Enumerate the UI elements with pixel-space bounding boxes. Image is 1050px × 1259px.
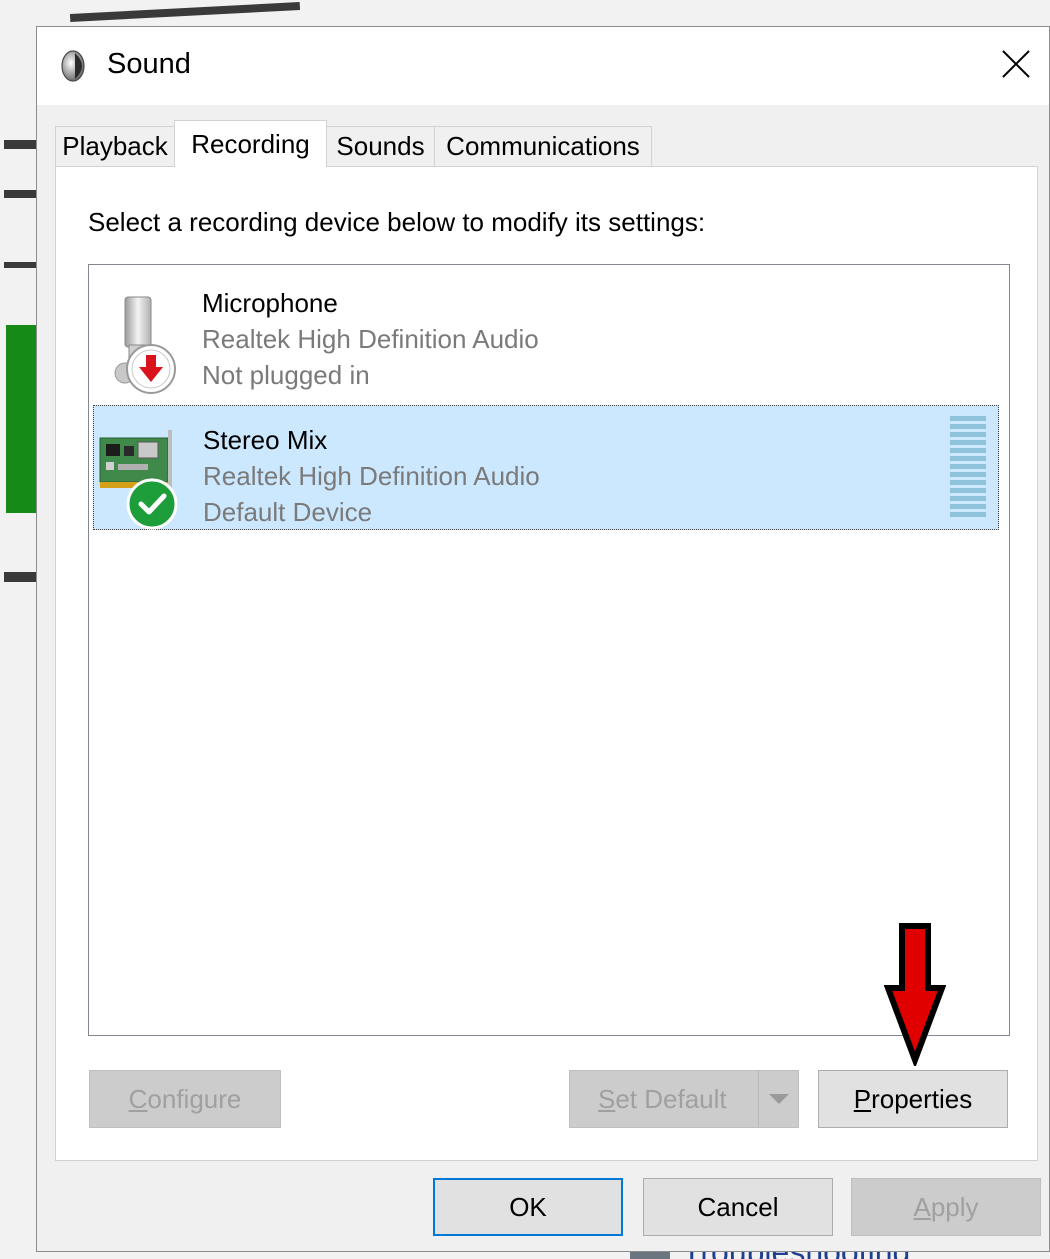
close-button[interactable]: [993, 41, 1039, 87]
cancel-button[interactable]: Cancel: [643, 1178, 833, 1236]
ok-label: OK: [509, 1191, 547, 1222]
set-default-accel: S: [598, 1083, 616, 1114]
background-stroke: [4, 190, 38, 198]
background-stroke: [4, 262, 38, 268]
level-meter: [950, 416, 986, 517]
properties-accel: P: [853, 1083, 872, 1114]
apply-label: pply: [930, 1191, 979, 1222]
device-driver: Realtek High Definition Audio: [203, 461, 540, 491]
chevron-down-icon: [768, 1094, 789, 1104]
sound-dialog: Sound Playback Recording Sounds Communic…: [36, 26, 1050, 1252]
device-status: Not plugged in: [202, 360, 370, 390]
title-bar[interactable]: Sound: [37, 27, 1049, 105]
properties-label: roperties: [871, 1083, 973, 1114]
speaker-icon: [61, 50, 85, 82]
configure-accel: C: [128, 1083, 148, 1114]
background-stroke: [4, 140, 38, 149]
apply-button[interactable]: Apply: [851, 1178, 1041, 1236]
set-default-dropdown[interactable]: [758, 1071, 798, 1127]
configure-button[interactable]: Configure: [89, 1070, 281, 1128]
device-status: Default Device: [203, 497, 373, 527]
dialog-title: Sound: [107, 48, 191, 80]
device-item-microphone[interactable]: Microphone Realtek High Definition Audio…: [93, 269, 999, 394]
configure-label: onfigure: [147, 1083, 242, 1114]
tab-communications[interactable]: Communications: [434, 126, 652, 166]
ok-button[interactable]: OK: [433, 1178, 623, 1236]
tab-playback[interactable]: Playback: [55, 126, 175, 166]
device-list[interactable]: Microphone Realtek High Definition Audio…: [88, 264, 1010, 1036]
tab-recording[interactable]: Recording: [174, 120, 327, 167]
sound-card-icon: [99, 430, 178, 530]
device-name: Microphone: [202, 288, 338, 318]
unplugged-badge: [126, 344, 176, 394]
set-default-button[interactable]: Set Default: [569, 1070, 799, 1128]
close-icon: [1002, 50, 1030, 78]
default-check-badge: [126, 478, 178, 530]
cancel-label: Cancel: [697, 1191, 779, 1222]
tab-sounds[interactable]: Sounds: [326, 126, 435, 166]
properties-button[interactable]: Properties: [818, 1070, 1008, 1128]
device-item-stereo-mix[interactable]: Stereo Mix Realtek High Definition Audio…: [93, 405, 999, 530]
annotation-arrow-icon: [884, 923, 946, 1066]
instructions-label: Select a recording device below to modif…: [88, 207, 706, 237]
background-stroke: [4, 572, 38, 582]
microphone-icon: [114, 296, 176, 394]
device-name: Stereo Mix: [203, 425, 328, 455]
background-green-panel: [6, 325, 40, 513]
background-stroke: [69, 1, 301, 23]
apply-accel: A: [913, 1191, 931, 1222]
set-default-label: et Default: [615, 1083, 727, 1114]
device-driver: Realtek High Definition Audio: [202, 324, 539, 354]
